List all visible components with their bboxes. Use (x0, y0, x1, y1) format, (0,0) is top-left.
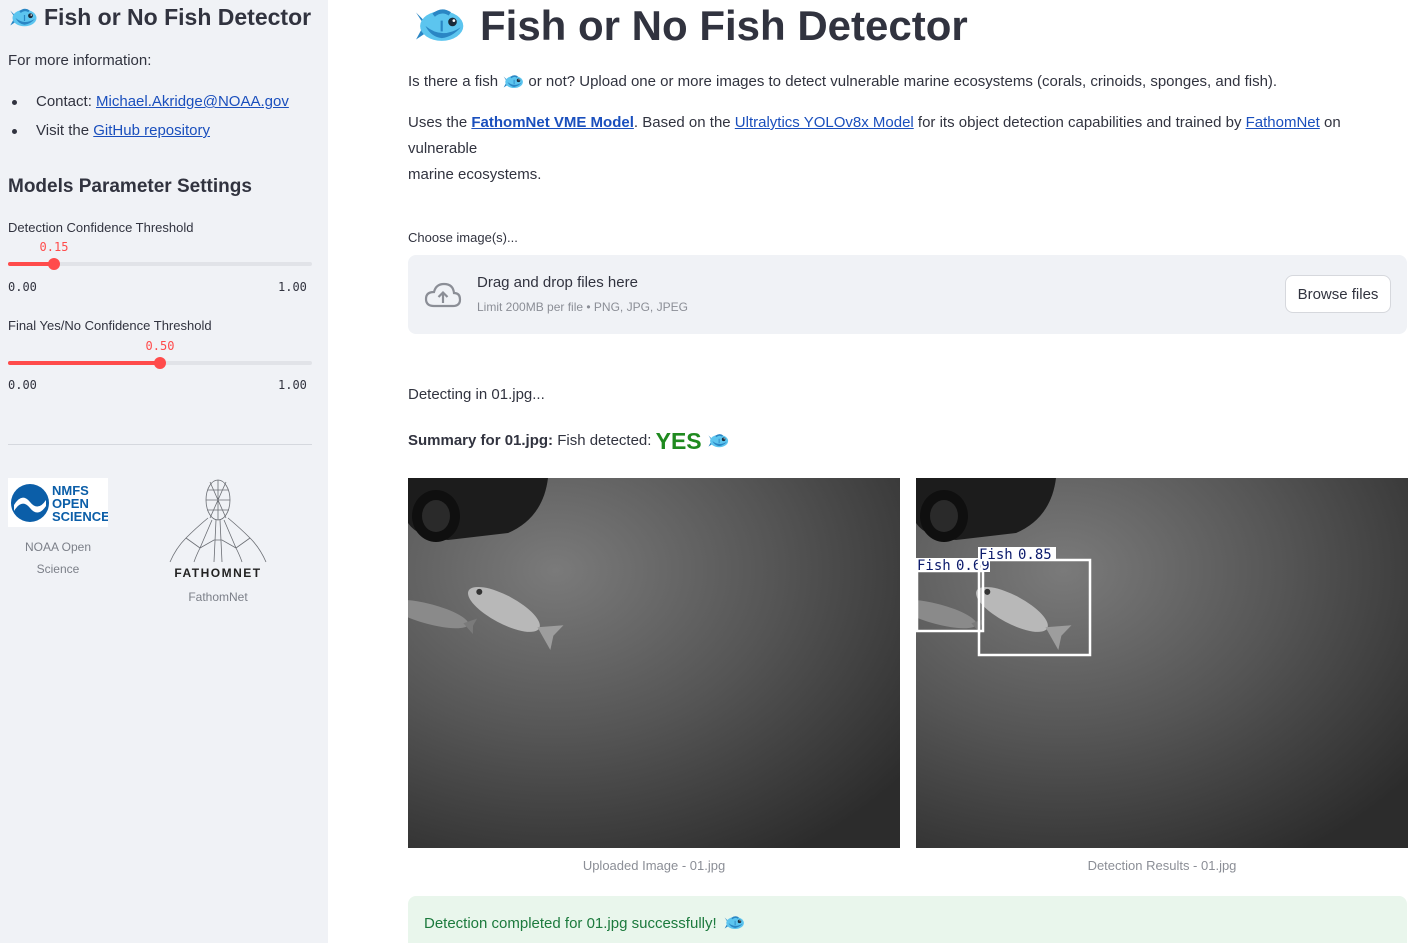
summary-line: Summary for 01.jpg: Fish detected: YES (408, 428, 730, 454)
fish-emoji-icon (723, 914, 745, 932)
uploaded-image (408, 478, 900, 848)
final-threshold-slider[interactable] (8, 357, 312, 369)
slider-thumb[interactable] (154, 357, 166, 369)
uses-paragraph: Uses the FathomNet VME Model. Based on t… (408, 110, 1407, 188)
detection-label-confidence: 0.85 (1018, 547, 1052, 563)
fish-emoji-icon (8, 6, 38, 30)
final-threshold-label: Final Yes/No Confidence Threshold (8, 318, 212, 333)
fathomnet-logo: FATHOMNET (166, 478, 270, 580)
uploaded-image-caption: Uploaded Image - 01.jpg (582, 858, 726, 873)
dropzone-limit: Limit 200MB per file • PNG, JPG, JPEG (477, 300, 688, 314)
sidebar: Fish or No Fish Detector For more inform… (0, 0, 328, 943)
summary-result: YES (655, 428, 702, 454)
github-link[interactable]: GitHub repository (93, 122, 210, 139)
noaa-open-science-logo: NMFS OPEN SCIENCE (8, 478, 110, 527)
underwater-photo-annotated: Fish 0.69 Fish 0.85 (916, 478, 1408, 848)
slider-max-label: 1.00 (278, 280, 307, 294)
sidebar-title-text: Fish or No Fish Detector (44, 4, 312, 30)
slider-thumb[interactable] (47, 258, 60, 270)
detection-threshold-slider[interactable] (8, 258, 312, 270)
detection-threshold-label: Detection Confidence Threshold (8, 220, 194, 235)
intro-text-b: or not? Upload one or more images to det… (524, 73, 1278, 90)
intro-paragraph: Is there a fish or not? Upload one or mo… (408, 69, 1277, 95)
fathomnet-wordmark: FATHOMNET (174, 566, 261, 580)
logo-line-3: SCIENCE (52, 509, 108, 524)
file-dropzone[interactable]: Drag and drop files here Limit 200MB per… (408, 255, 1407, 334)
fathomnet-logo-caption: FathomNet (188, 590, 248, 604)
settings-heading: Models Parameter Settings (8, 176, 252, 197)
fish-emoji-icon (412, 4, 466, 48)
fathomnet-link[interactable]: FathomNet (1246, 114, 1320, 131)
info-list: Contact: Michael.Akridge@NOAA.gov Visit … (8, 90, 289, 148)
final-threshold-value: 0.50 (145, 339, 175, 353)
based-on-text: . Based on the (633, 114, 735, 131)
marine-ecosystems-text: marine ecosystems. (408, 166, 542, 183)
detection-results-caption: Detection Results - 01.jpg (1087, 858, 1237, 873)
summary-mid: Fish detected: (553, 432, 656, 449)
slider-fill (8, 361, 160, 365)
detecting-status: Detecting in 01.jpg... (408, 386, 545, 403)
sidebar-divider (8, 444, 312, 445)
fish-emoji-icon (706, 432, 730, 450)
uploader-label: Choose image(s)... (408, 230, 518, 245)
dropzone-title: Drag and drop files here (477, 274, 638, 291)
page-title: Fish or No Fish Detector (412, 2, 968, 50)
detection-threshold-value: 0.15 (39, 240, 69, 254)
noaa-caption-line-1: NOAA Open (24, 540, 92, 554)
sidebar-title: Fish or No Fish Detector (8, 4, 311, 31)
summary-prefix: Summary for 01.jpg: (408, 432, 554, 449)
slider-min-label: 0.00 (8, 280, 37, 294)
slider-max-label: 1.00 (278, 378, 307, 392)
noaa-caption-line-2: Science (36, 562, 80, 576)
detection-result-image: Fish 0.69 Fish 0.85 (916, 478, 1408, 848)
slider-min-label: 0.00 (8, 378, 37, 392)
detection-label-class: Fish (979, 547, 1013, 563)
contact-email-link[interactable]: Michael.Akridge@NOAA.gov (96, 93, 289, 110)
contact-item: Contact: Michael.Akridge@NOAA.gov (8, 90, 289, 119)
success-text: Detection completed for 01.jpg successfu… (424, 914, 717, 932)
info-label: For more information: (8, 52, 152, 69)
noaa-logo-caption: NOAA Open Science (8, 536, 108, 580)
noaa-logo-icon: NMFS OPEN SCIENCE (11, 483, 110, 524)
success-message: Detection completed for 01.jpg successfu… (424, 914, 745, 932)
fish-emoji-icon (502, 73, 524, 91)
fathomnet-vme-model-link[interactable]: FathomNet VME Model (471, 114, 634, 131)
underwater-photo (408, 478, 900, 848)
visit-prefix: Visit the (36, 122, 94, 139)
success-alert: Detection completed for 01.jpg successfu… (408, 896, 1407, 943)
contact-prefix: Contact: (36, 93, 97, 110)
github-item: Visit the GitHub repository (8, 119, 289, 148)
cloud-upload-icon (424, 282, 462, 308)
detection-label-class: Fish (917, 558, 951, 574)
trained-by-text: for its object detection capabilities an… (913, 114, 1246, 131)
squid-logo-icon: FATHOMNET (169, 479, 267, 580)
uses-prefix: Uses the (408, 114, 472, 131)
intro-text-a: Is there a fish (408, 73, 503, 90)
browse-files-button[interactable]: Browse files (1285, 275, 1391, 313)
yolo-model-link[interactable]: Ultralytics YOLOv8x Model (735, 114, 914, 131)
page-title-text: Fish or No Fish Detector (480, 2, 968, 49)
